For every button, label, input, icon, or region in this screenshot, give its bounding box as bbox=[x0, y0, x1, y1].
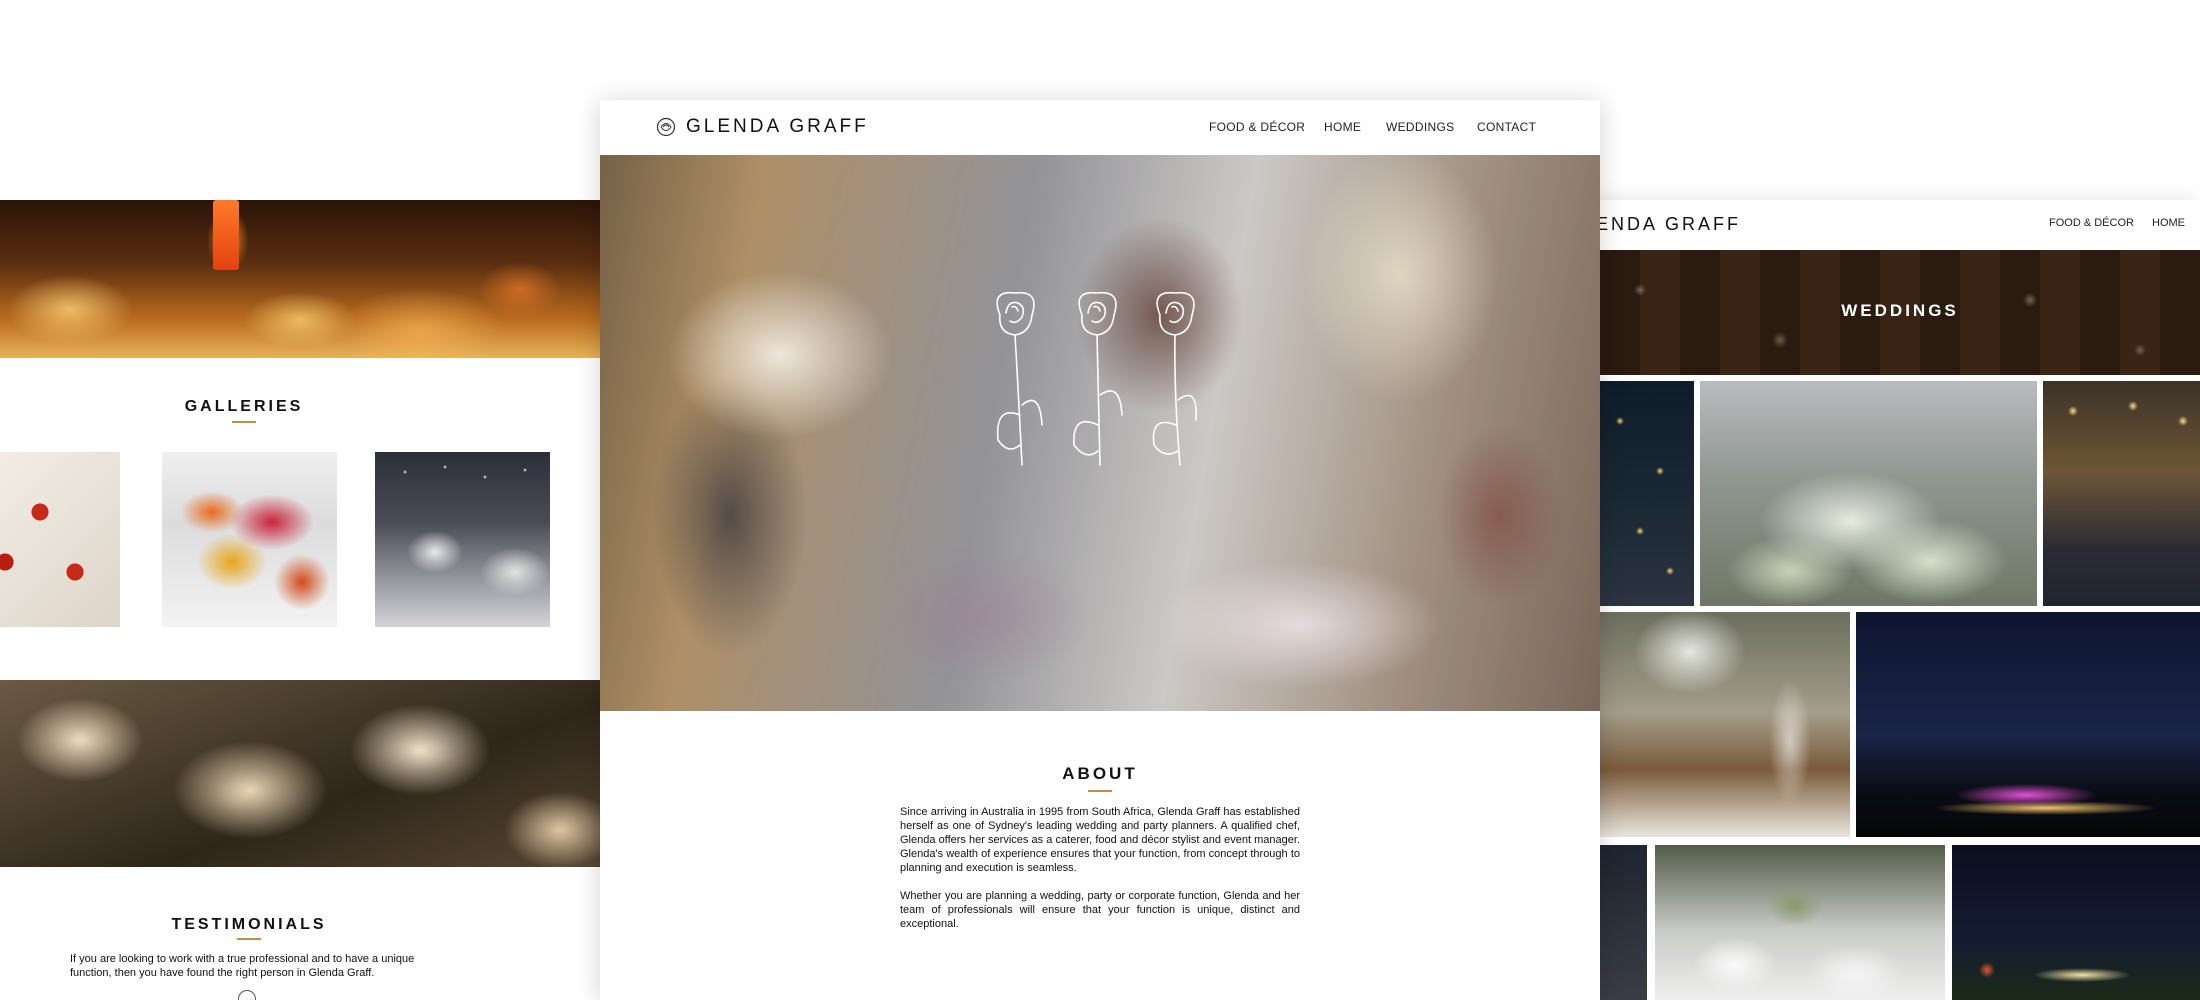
galleries-title: GALLERIES bbox=[184, 398, 304, 415]
nav-food-decor[interactable]: FOOD & DÉCOR bbox=[1209, 120, 1305, 134]
wedding-photo-night-venue[interactable] bbox=[1856, 612, 2200, 837]
rose-logo-icon bbox=[238, 990, 256, 1000]
wedding-photo-dark[interactable] bbox=[1600, 845, 1647, 1000]
galleries-underline bbox=[232, 421, 256, 423]
nav-contact[interactable]: CONTACT bbox=[1477, 120, 1536, 134]
left-page-preview: GALLERIES TESTIMONIALS If you are lookin… bbox=[0, 0, 600, 1000]
wedding-photo-marquee[interactable] bbox=[2043, 381, 2200, 606]
wedding-photo-babys-breath[interactable] bbox=[1700, 381, 2037, 606]
testimonials-title: TESTIMONIALS bbox=[171, 916, 327, 933]
about-paragraph-2: Whether you are planning a wedding, part… bbox=[900, 890, 1300, 930]
gallery-thumb-venue[interactable] bbox=[375, 452, 550, 627]
wedding-photo-candles[interactable] bbox=[1600, 381, 1694, 606]
about-title: ABOUT bbox=[1062, 764, 1138, 783]
three-roses-illustration bbox=[996, 291, 1197, 466]
candle-decor bbox=[213, 200, 239, 270]
oysters-banner-image bbox=[0, 680, 600, 867]
wedding-photo-night-lawn[interactable] bbox=[1952, 845, 2200, 1000]
nav-food-decor[interactable]: FOOD & DÉCOR bbox=[2049, 217, 2134, 229]
gallery-thumb-flowers[interactable] bbox=[162, 452, 337, 627]
rose-logo-icon[interactable] bbox=[656, 117, 676, 137]
testimonial-text: If you are looking to work with a true p… bbox=[70, 953, 415, 979]
weddings-title: WEDDINGS bbox=[1841, 301, 1959, 320]
brand-name[interactable]: ENDA GRAFF bbox=[1600, 214, 1741, 235]
brand-name[interactable]: GLENDA GRAFF bbox=[686, 116, 869, 138]
weddings-banner: WEDDINGS bbox=[1600, 250, 2200, 375]
nav-weddings[interactable]: WEDDINGS bbox=[1386, 120, 1454, 134]
nav-home[interactable]: HOME bbox=[2152, 217, 2185, 229]
gallery-thumb-food[interactable] bbox=[0, 452, 120, 627]
wedding-photo-vase[interactable] bbox=[1600, 612, 1850, 837]
wedding-photo-tables[interactable] bbox=[1655, 845, 1945, 1000]
center-page-home: GLENDA GRAFF FOOD & DÉCOR HOME WEDDINGS … bbox=[600, 100, 1600, 1000]
right-page-preview: ENDA GRAFF FOOD & DÉCOR HOME WEDDINGS bbox=[1600, 200, 2200, 1000]
site-header: GLENDA GRAFF FOOD & DÉCOR HOME WEDDINGS … bbox=[600, 100, 1600, 155]
weddings-header: ENDA GRAFF FOOD & DÉCOR HOME bbox=[1600, 200, 2200, 250]
about-paragraph-1: Since arriving in Australia in 1995 from… bbox=[900, 806, 1300, 874]
dinner-banner-image bbox=[0, 200, 600, 358]
about-underline bbox=[1088, 790, 1112, 792]
testimonials-underline bbox=[237, 938, 261, 940]
nav-home[interactable]: HOME bbox=[1324, 120, 1361, 134]
